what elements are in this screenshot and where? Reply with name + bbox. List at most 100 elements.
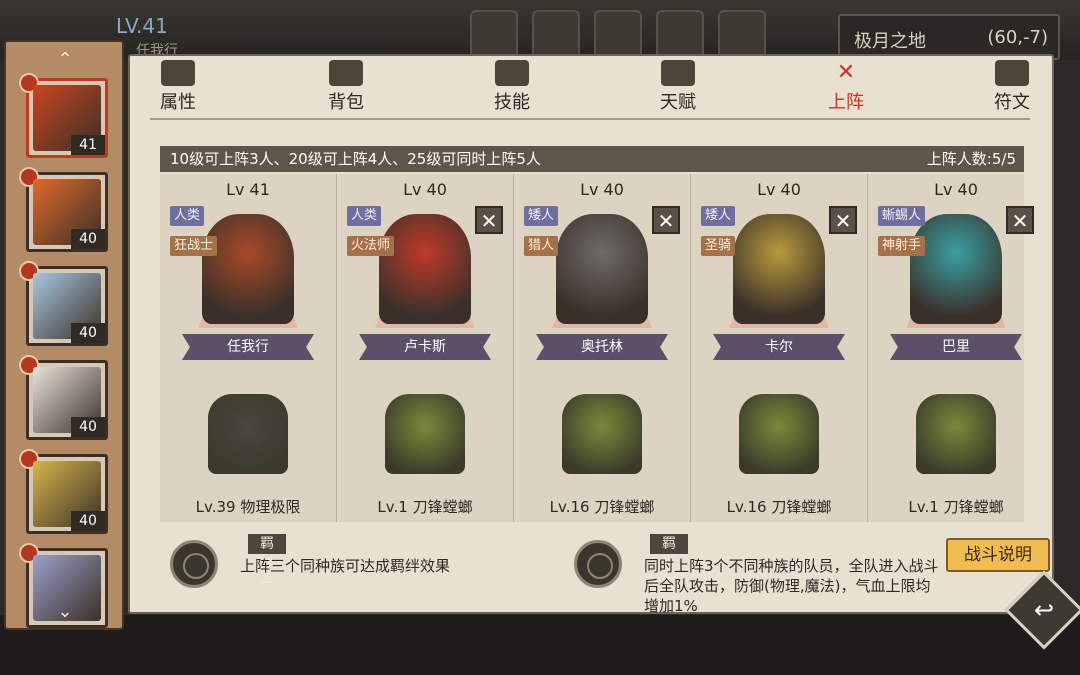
remove-button[interactable]: ✕ [475, 206, 503, 234]
team-slot-3[interactable]: Lv 40 矮人猎人奥托林 Lv.16 刀锋螳螂 ✕ [514, 174, 691, 522]
pet-name: Lv.1 刀锋螳螂 [908, 498, 1004, 516]
hero-level: 40 [71, 229, 105, 249]
tab-icon [161, 60, 195, 86]
class-tag: 圣骑 [701, 236, 736, 256]
member-name: 卢卡斯 [359, 334, 491, 360]
race-tag: 矮人 [701, 206, 736, 226]
bond-two-desc: 同时上阵3个不同种族的队员，全队进入战斗后全队攻击，防御(物理,魔法)，气血上限… [644, 557, 939, 615]
race-tag: 矮人 [524, 206, 559, 226]
tab-icon [661, 60, 695, 86]
hero-figure [379, 214, 471, 324]
hero-level: 40 [71, 323, 105, 343]
tab-bar: 属性 背包 技能 天赋 ✕ 上阵 符文 [130, 56, 1052, 118]
remove-button[interactable]: ✕ [652, 206, 680, 234]
race-tag: 蜥蜴人 [878, 206, 926, 226]
formation-count: 上阵人数:5/5 [926, 150, 1016, 168]
hero-level: 40 [71, 511, 105, 531]
member-level: Lv 41 [226, 180, 270, 199]
race-tag: 人类 [170, 206, 205, 226]
tab-6[interactable]: 符文 [972, 60, 1052, 116]
shop-icon[interactable] [718, 10, 766, 58]
member-level: Lv 40 [934, 180, 978, 199]
bond-two-title: 羁绊二 [650, 534, 688, 592]
tab-icon [329, 60, 363, 86]
tab-4[interactable]: 天赋 [638, 60, 718, 116]
formation-rule: 10级可上阵3人、20级可上阵4人、25级可同时上阵5人 [170, 150, 541, 168]
hero-sidebar: ⌃ 41 40 40 40 40 ⌄ [4, 40, 124, 630]
pet-name: Lv.1 刀锋螳螂 [377, 498, 473, 516]
hero-figure [556, 214, 648, 324]
member-level: Lv 40 [757, 180, 801, 199]
bond-one-emblem-icon [170, 540, 218, 588]
tab-icon: ✕ [836, 60, 856, 85]
location-coords: (60,-7) [987, 27, 1048, 48]
hero-figure [202, 214, 294, 324]
tab-label: 属性 [160, 92, 196, 113]
hero-figure [910, 214, 1002, 324]
pet-figure [208, 394, 288, 474]
tab-label: 上阵 [828, 92, 864, 113]
tab-icon [495, 60, 529, 86]
grid-icon[interactable] [532, 10, 580, 58]
class-tag: 狂战士 [170, 236, 218, 256]
class-tag: 火法师 [347, 236, 395, 256]
hero-figure [733, 214, 825, 324]
bottom-background [0, 615, 1080, 675]
team-columns: Lv 41 人类狂战士任我行 Lv.39 物理极限 Lv 40 人类火法师卢卡斯 Lv.1… [160, 174, 1034, 522]
pet-name: Lv.39 物理极限 [195, 498, 301, 516]
play-icon[interactable] [470, 10, 518, 58]
top-shortcut-icons [470, 10, 766, 58]
info-bar: 10级可上阵3人、20级可上阵4人、25级可同时上阵5人 上阵人数:5/5 [160, 146, 1024, 172]
pet-name: Lv.16 刀锋螳螂 [549, 498, 655, 516]
pet-name: Lv.16 刀锋螳螂 [726, 498, 832, 516]
tab-divider [150, 118, 1030, 120]
team-slot-4[interactable]: Lv 40 矮人圣骑卡尔 Lv.16 刀锋螳螂 ✕ [691, 174, 868, 522]
class-tag: 猎人 [524, 236, 559, 256]
tab-label: 符文 [994, 92, 1030, 113]
sword-icon[interactable] [656, 10, 704, 58]
hero-level: 40 [71, 417, 105, 437]
tab-1[interactable]: 属性 [138, 60, 218, 116]
bond-two-emblem-icon [574, 540, 622, 588]
sidebar-hero-2[interactable]: 40 [19, 167, 108, 252]
member-level: Lv 40 [580, 180, 624, 199]
remove-button[interactable]: ✕ [829, 206, 857, 234]
member-name: 奥托林 [536, 334, 668, 360]
member-name: 卡尔 [713, 334, 845, 360]
bond-one-desc: 上阵三个同种族可达成羁绊效果 [240, 557, 451, 575]
crystal-icon[interactable] [594, 10, 642, 58]
bond-one-title: 羁绊一 [248, 534, 286, 592]
team-panel: 属性 背包 技能 天赋 ✕ 上阵 符文 10级可上阵3人、20级可上阵4人、25级可同时上阵… [128, 54, 1054, 615]
scroll-up-icon[interactable]: ⌃ [52, 51, 78, 69]
team-slot-1[interactable]: Lv 41 人类狂战士任我行 Lv.39 物理极限 [160, 174, 337, 522]
location-name: 极月之地 [854, 31, 926, 52]
tab-2[interactable]: 背包 [306, 60, 386, 116]
sidebar-hero-1[interactable]: 41 [19, 73, 108, 158]
team-slot-2[interactable]: Lv 40 人类火法师卢卡斯 Lv.1 刀锋螳螂 ✕ [337, 174, 514, 522]
member-name: 任我行 [182, 334, 314, 360]
pet-figure [739, 394, 819, 474]
scroll-down-icon[interactable]: ⌄ [52, 603, 78, 621]
tab-5[interactable]: ✕ 上阵 [806, 60, 886, 116]
tab-label: 技能 [494, 92, 530, 113]
pet-figure [562, 394, 642, 474]
race-tag: 人类 [347, 206, 382, 226]
class-tag: 神射手 [878, 236, 926, 256]
remove-button[interactable]: ✕ [1006, 206, 1034, 234]
hero-level: 41 [71, 135, 105, 155]
tab-3[interactable]: 技能 [472, 60, 552, 116]
team-slot-5[interactable]: Lv 40 蜥蜴人神射手巴里 Lv.1 刀锋螳螂 ✕ [868, 174, 1044, 522]
pet-figure [916, 394, 996, 474]
pet-figure [385, 394, 465, 474]
tab-label: 天赋 [660, 92, 696, 113]
back-icon: ↩ [1033, 596, 1055, 624]
fight-info-button[interactable]: 战斗说明 [946, 538, 1050, 572]
sidebar-hero-4[interactable]: 40 [19, 355, 108, 440]
tab-icon [995, 60, 1029, 86]
sidebar-hero-5[interactable]: 40 [19, 449, 108, 534]
player-level: LV.41 [116, 14, 168, 38]
member-name: 巴里 [890, 334, 1022, 360]
member-level: Lv 40 [403, 180, 447, 199]
tab-label: 背包 [328, 92, 364, 113]
sidebar-hero-3[interactable]: 40 [19, 261, 108, 346]
